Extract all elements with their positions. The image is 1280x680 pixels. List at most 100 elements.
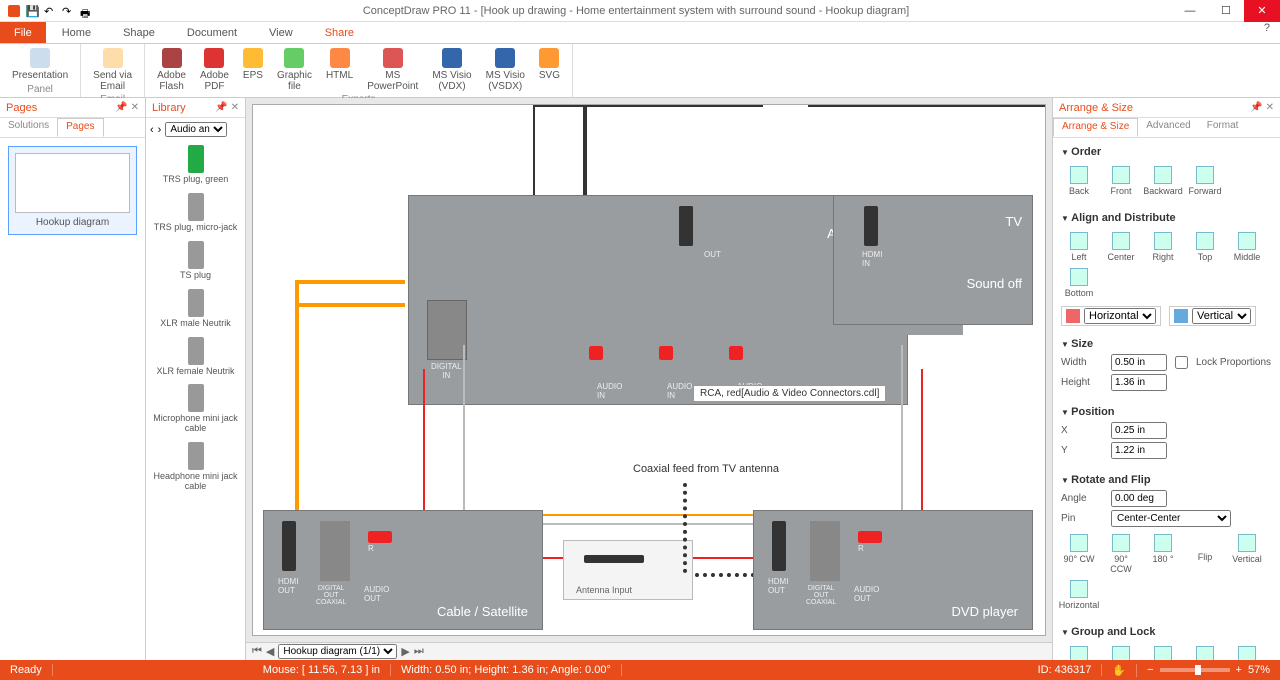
flip-vertical-button[interactable]: Vertical [1229, 534, 1265, 574]
pin-icon[interactable]: 📌 ✕ [115, 102, 139, 113]
view-tab[interactable]: View [253, 22, 309, 43]
maximize-button[interactable]: ☐ [1208, 0, 1244, 22]
graphic-file-button[interactable]: Graphic file [271, 46, 318, 94]
rotate-ccw-button[interactable]: 90° CCW [1103, 534, 1139, 574]
ms-powerpoint-button[interactable]: MS PowerPoint [361, 46, 424, 94]
align-top-button[interactable]: Top [1187, 232, 1223, 262]
first-page-icon[interactable]: ⏮ [252, 645, 262, 658]
position-header[interactable]: Position [1061, 406, 1272, 418]
page-select[interactable]: Hookup diagram (1/1) [278, 644, 397, 659]
thumb-caption: Hookup diagram [15, 217, 130, 228]
lock-button[interactable]: Lock [1187, 646, 1223, 660]
angle-input[interactable] [1111, 490, 1167, 507]
size-header[interactable]: Size [1061, 338, 1272, 350]
share-tab[interactable]: Share [309, 22, 370, 43]
help-button[interactable]: ? [1254, 22, 1280, 43]
list-item[interactable]: TRS plug, micro-jack [146, 189, 245, 237]
list-item[interactable]: XLR female Neutrik [146, 333, 245, 381]
library-panel: Library 📌 ✕ ‹ › Audio and vi… TRS plug, g… [146, 98, 246, 660]
presentation-button[interactable]: Presentation [6, 46, 74, 84]
drawing-canvas[interactable]: Audio/Video Receiver OUT DIGITAL IN AUDI… [252, 104, 1046, 636]
x-input[interactable] [1111, 422, 1167, 439]
unlock-button[interactable]: UnLock [1229, 646, 1265, 660]
lib-next-icon[interactable]: › [158, 124, 162, 136]
adobe-pdf-button[interactable]: Adobe PDF [194, 46, 235, 94]
zoom-in-icon[interactable]: + [1236, 664, 1242, 676]
cablesat-device[interactable]: Cable / Satellite HDMI OUT DIGITAL OUT C… [263, 510, 543, 630]
undo-icon[interactable]: ↶ [44, 5, 56, 17]
zoom-slider[interactable] [1160, 668, 1230, 672]
height-input[interactable] [1111, 374, 1167, 391]
backward-button[interactable]: Backward [1145, 166, 1181, 196]
list-item[interactable]: Microphone mini jack cable [146, 380, 245, 438]
forward-button[interactable]: Forward [1187, 166, 1223, 196]
antenna-input-device[interactable]: Antenna Input [563, 540, 693, 600]
ungroup-button[interactable]: UnGroup [1103, 646, 1139, 660]
library-dropdown[interactable]: Audio and vi… [165, 122, 227, 137]
page-thumbnail[interactable]: Hookup diagram [8, 146, 137, 235]
html-button[interactable]: HTML [320, 46, 359, 94]
arrange-pin-icon[interactable]: 📌 ✕ [1250, 102, 1274, 113]
width-input[interactable] [1111, 354, 1167, 371]
close-button[interactable]: ✕ [1244, 0, 1280, 22]
zoom-out-icon[interactable]: − [1147, 664, 1153, 676]
advanced-tab[interactable]: Advanced [1138, 118, 1198, 137]
redo-icon[interactable]: ↷ [62, 5, 74, 17]
group-header[interactable]: Group and Lock [1061, 626, 1272, 638]
tv-device[interactable]: TV Sound off HDMI IN [833, 195, 1033, 325]
align-center-button[interactable]: Center [1103, 232, 1139, 262]
list-item[interactable]: TS plug [146, 237, 245, 285]
dvd-device[interactable]: DVD player HDMI OUT DIGITAL OUT COAXIAL … [753, 510, 1033, 630]
rotate-header[interactable]: Rotate and Flip [1061, 474, 1272, 486]
minimize-button[interactable]: — [1172, 0, 1208, 22]
print-icon[interactable]: 🖶 [80, 5, 92, 17]
lib-prev-icon[interactable]: ‹ [150, 124, 154, 136]
document-tab[interactable]: Document [171, 22, 253, 43]
library-title: Library [152, 102, 186, 114]
list-item[interactable]: Headphone mini jack cable [146, 438, 245, 496]
ms-visio-vdx-button[interactable]: MS Visio (VDX) [426, 46, 477, 94]
adobe-flash-button[interactable]: Adobe Flash [151, 46, 192, 94]
shape-tab[interactable]: Shape [107, 22, 171, 43]
pages-subtab[interactable]: Pages [57, 118, 103, 137]
home-tab[interactable]: Home [46, 22, 107, 43]
flip-horizontal-button[interactable]: Horizontal [1061, 580, 1097, 610]
lock-proportions-checkbox[interactable] [1175, 356, 1188, 369]
titlebar: 💾 ↶ ↷ 🖶 ConceptDraw PRO 11 - [Hook up dr… [0, 0, 1280, 22]
arrange-tab[interactable]: Arrange & Size [1053, 118, 1138, 137]
rotate-180-button[interactable]: 180 ° [1145, 534, 1181, 574]
list-item[interactable]: XLR male Neutrik [146, 285, 245, 333]
library-pin-icon[interactable]: 📌 ✕ [215, 102, 239, 113]
svg-button[interactable]: SVG [533, 46, 566, 94]
save-icon[interactable]: 💾 [26, 5, 38, 17]
ms-visio-vsdx-button[interactable]: MS Visio (VSDX) [480, 46, 531, 94]
rotate-cw-button[interactable]: 90° CW [1061, 534, 1097, 574]
pin-select[interactable]: Center-Center [1111, 510, 1231, 527]
canvas-page-tabs: ⏮ ◀ Hookup diagram (1/1) ▶ ⏭ [246, 642, 1052, 660]
file-tab[interactable]: File [0, 22, 46, 43]
distribute-vertical[interactable]: Vertical [1169, 306, 1256, 326]
align-right-button[interactable]: Right [1145, 232, 1181, 262]
front-button[interactable]: Front [1103, 166, 1139, 196]
distribute-horizontal[interactable]: Horizontal [1061, 306, 1161, 326]
order-header[interactable]: Order [1061, 146, 1272, 158]
y-input[interactable] [1111, 442, 1167, 459]
align-bottom-button[interactable]: Bottom [1061, 268, 1097, 298]
solutions-tab[interactable]: Solutions [0, 118, 57, 137]
back-button[interactable]: Back [1061, 166, 1097, 196]
last-page-icon[interactable]: ⏭ [414, 645, 424, 658]
format-tab[interactable]: Format [1199, 118, 1247, 137]
align-left-button[interactable]: Left [1061, 232, 1097, 262]
list-item[interactable]: TRS plug, green [146, 141, 245, 189]
edit-group-button[interactable]: Edit Group [1145, 646, 1181, 660]
send-email-button[interactable]: Send via Email [87, 46, 138, 94]
status-ready: Ready [0, 664, 53, 676]
next-page-icon[interactable]: ▶ [401, 645, 409, 658]
prev-page-icon[interactable]: ◀ [266, 645, 274, 658]
align-header[interactable]: Align and Distribute [1061, 212, 1272, 224]
eps-button[interactable]: EPS [237, 46, 269, 94]
hand-tool-icon[interactable]: ✋ [1102, 664, 1137, 677]
status-mouse: Mouse: [ 11.56, 7.13 ] in [253, 664, 391, 676]
align-middle-button[interactable]: Middle [1229, 232, 1265, 262]
group-button[interactable]: Group [1061, 646, 1097, 660]
